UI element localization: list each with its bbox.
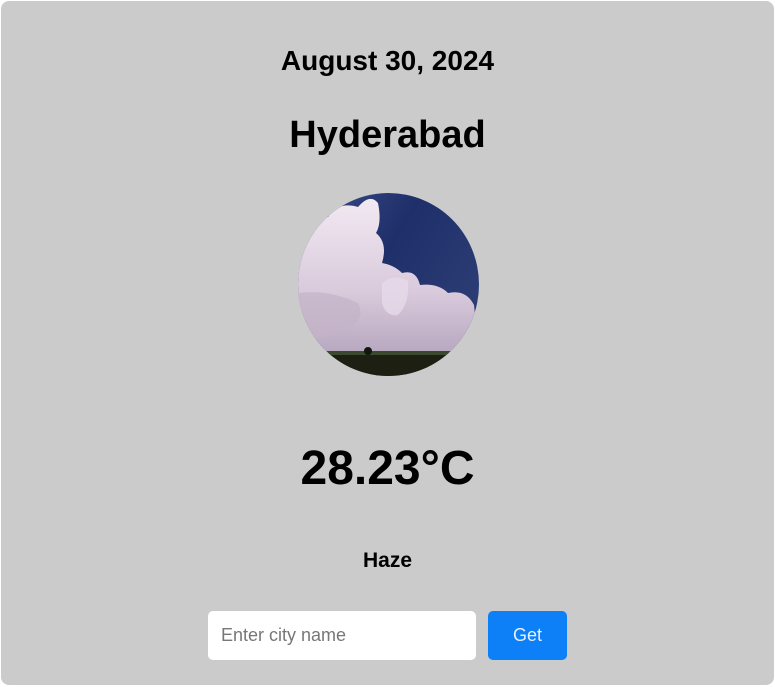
date-heading: August 30, 2024: [280, 45, 495, 76]
city-name: Hyderabad: [289, 114, 486, 156]
weather-condition-image: [298, 193, 479, 376]
get-weather-button[interactable]: Get: [488, 611, 567, 660]
weather-card: August 30, 2024 Hyderabad 28.23°C Haze: [1, 1, 774, 685]
weather-condition-label: Haze: [362, 549, 413, 572]
city-search-input[interactable]: [208, 611, 476, 660]
temperature-value: 28.23°C: [300, 442, 475, 495]
